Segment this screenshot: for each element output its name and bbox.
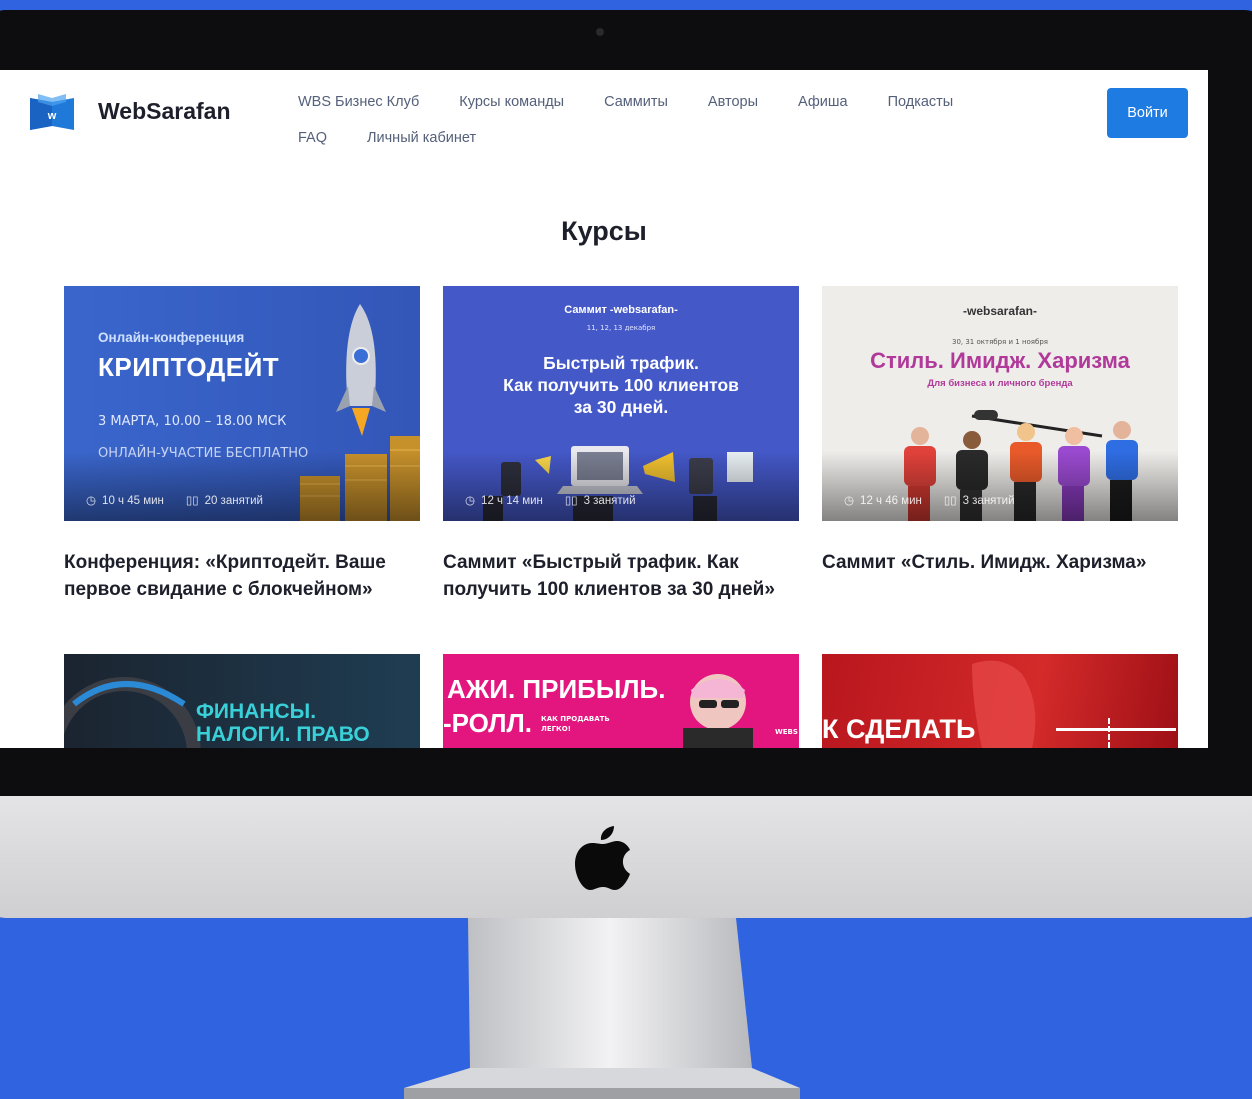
main-nav: WBS Бизнес Клуб Курсы команды Саммиты Ав… xyxy=(298,84,1058,156)
browser-screen: w WebSarafan WBS Бизнес Клуб Курсы коман… xyxy=(0,70,1208,748)
cover-headline: Быстрый трафик. Как получить 100 клиенто… xyxy=(443,352,799,418)
cover-dates: 11, 12, 13 декабря xyxy=(586,324,656,332)
book-icon: ▯▯ xyxy=(185,495,199,507)
brand-name[interactable]: WebSarafan xyxy=(98,98,231,125)
course-meta: ◷ 10 ч 45 мин ▯▯ 20 занятий xyxy=(86,493,263,507)
cover-sub: Для бизнеса и личного бренда xyxy=(927,378,1073,389)
nav-item-podcasts[interactable]: Подкасты xyxy=(888,94,954,110)
nav-item-authors[interactable]: Авторы xyxy=(708,94,758,110)
cover-tag: WEBS xyxy=(775,728,798,736)
book-icon: ▯▯ xyxy=(943,495,957,507)
cover-date: 3 МАРТА, 10.00 – 18.00 МСК xyxy=(98,414,287,429)
cover-headline-line: за 30 дней. xyxy=(573,397,669,417)
course-lessons: 3 занятий xyxy=(583,495,636,507)
cover-dashes xyxy=(1108,718,1110,748)
nav-row-2: FAQ Личный кабинет xyxy=(298,120,1058,156)
nav-row-1: WBS Бизнес Клуб Курсы команды Саммиты Ав… xyxy=(298,84,1058,120)
course-cover-image[interactable]: -websarafan- 30, 31 октября и 1 ноября С… xyxy=(822,286,1178,521)
cover-headline: Стиль. Имидж. Харизма xyxy=(870,348,1130,373)
clock-icon: ◷ xyxy=(86,495,97,507)
course-card[interactable]: Онлайн-конференция КРИПТОДЕЙТ 3 МАРТА, 1… xyxy=(64,286,420,603)
course-card[interactable]: АЖИ. ПРИБЫЛЬ. -РОЛЛ. КАК ПРОДАВАТЬ ЛЕГКО… xyxy=(443,654,799,748)
course-title[interactable]: Конференция: «Криптодейт. Ваше первое св… xyxy=(64,549,420,603)
cover-small-line: ЛЕГКО! xyxy=(541,725,571,733)
steering-wheel-icon xyxy=(64,677,201,748)
cover-headline-line: ФИНАНСЫ. xyxy=(196,700,317,723)
course-lessons: 3 занятий xyxy=(962,495,1015,507)
login-button[interactable]: Войти xyxy=(1107,88,1188,138)
cover-subtitle: Онлайн-конференция xyxy=(98,330,245,345)
course-meta: ◷ 12 ч 14 мин ▯▯ 3 занятий xyxy=(465,493,636,507)
course-card[interactable]: Саммит -websarafan- 11, 12, 13 декабря Б… xyxy=(443,286,799,603)
cover-small-line: КАК ПРОДАВАТЬ xyxy=(541,715,610,723)
cover-rule xyxy=(1056,728,1176,731)
cover-dates: 30, 31 октября и 1 ноября xyxy=(952,338,1048,346)
monitor-stand xyxy=(404,918,800,1099)
course-title[interactable]: Саммит «Стиль. Имидж. Харизма» xyxy=(822,549,1178,576)
course-lessons: 20 занятий xyxy=(204,495,263,507)
site-header: w WebSarafan WBS Бизнес Клуб Курсы коман… xyxy=(0,70,1208,158)
cover-shade xyxy=(64,451,420,521)
course-cover-image[interactable]: Онлайн-конференция КРИПТОДЕЙТ 3 МАРТА, 1… xyxy=(64,286,420,521)
clock-icon: ◷ xyxy=(465,495,476,507)
course-duration: 10 ч 45 мин xyxy=(102,495,164,507)
nav-item-summits[interactable]: Саммиты xyxy=(604,94,668,110)
nav-item-faq[interactable]: FAQ xyxy=(298,130,327,146)
camera-dot xyxy=(596,28,604,36)
clock-icon: ◷ xyxy=(844,495,855,507)
book-icon: ▯▯ xyxy=(564,495,578,507)
websarafan-logo-icon[interactable]: w xyxy=(28,92,76,132)
nav-item-account[interactable]: Личный кабинет xyxy=(367,130,476,146)
cover-shade xyxy=(822,451,1178,521)
cover-headline: К СДЕЛАТЬ xyxy=(822,714,976,744)
section-title: Курсы xyxy=(561,216,647,246)
cover-headline: КРИПТОДЕЙТ xyxy=(98,352,280,382)
course-title[interactable]: Саммит «Быстрый трафик. Как получить 100… xyxy=(443,549,799,603)
speaker-photo-icon xyxy=(683,674,753,748)
nav-item-events[interactable]: Афиша xyxy=(798,94,848,110)
cover-headline-line: Как получить 100 клиентов xyxy=(503,375,739,395)
logo-letter: w xyxy=(47,110,57,122)
course-card[interactable]: К СДЕЛАТЬ xyxy=(822,654,1178,748)
cover-headline-line: Быстрый трафик. xyxy=(543,353,699,373)
course-meta: ◷ 12 ч 46 мин ▯▯ 3 занятий xyxy=(844,493,1015,507)
apple-logo-icon xyxy=(575,826,630,890)
course-duration: 12 ч 46 мин xyxy=(860,495,922,507)
nav-item-team-courses[interactable]: Курсы команды xyxy=(459,94,564,110)
cover-headline-line: НАЛОГИ. ПРАВО xyxy=(196,723,370,746)
cover-headline: АЖИ. ПРИБЫЛЬ. xyxy=(447,674,666,704)
cover-headline: ФИНАНСЫ. НАЛОГИ. ПРАВО xyxy=(196,700,370,746)
cover-shade xyxy=(443,451,799,521)
cover-small: КАК ПРОДАВАТЬ ЛЕГКО! xyxy=(541,714,610,734)
cover-brand: Саммит -websarafan- xyxy=(564,304,678,316)
course-duration: 12 ч 14 мин xyxy=(481,495,543,507)
course-cover-image[interactable]: Саммит -websarafan- 11, 12, 13 декабря Б… xyxy=(443,286,799,521)
cover-headline-2: -РОЛЛ. xyxy=(443,708,532,738)
nav-item-business-club[interactable]: WBS Бизнес Клуб xyxy=(298,94,419,110)
course-card[interactable]: -websarafan- 30, 31 октября и 1 ноября С… xyxy=(822,286,1178,576)
cover-brand: -websarafan- xyxy=(962,304,1038,318)
course-card[interactable]: ФИНАНСЫ. НАЛОГИ. ПРАВО xyxy=(64,654,420,748)
